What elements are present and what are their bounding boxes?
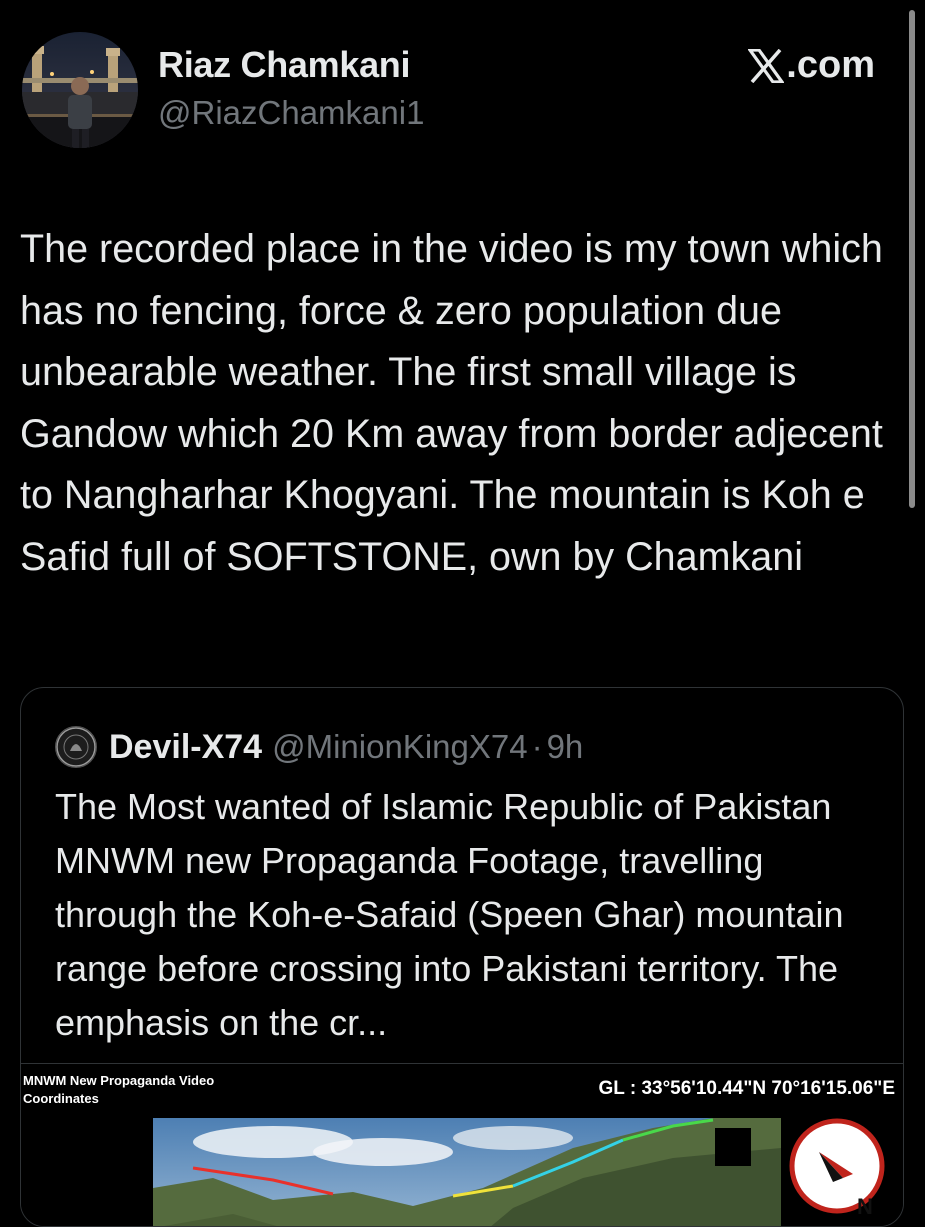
x-logo-icon: [748, 48, 785, 83]
quoted-tweet-header: Devil-X74 @MinionKingX74 · 9h: [55, 726, 583, 768]
scrollbar[interactable]: [909, 10, 915, 508]
quoted-tweet-time[interactable]: 9h: [547, 728, 584, 766]
media-coordinates: GL : 33°56'10.44"N 70°16'15.06"E: [598, 1078, 895, 1099]
profile-photo-icon: [22, 32, 138, 148]
quoted-tweet-card[interactable]: Devil-X74 @MinionKingX74 · 9h The Most w…: [20, 687, 904, 1227]
mountain-landscape-icon: [153, 1118, 781, 1226]
quoted-author-handle[interactable]: @MinionKingX74: [272, 728, 527, 766]
tweet-text: The recorded place in the video is my to…: [20, 227, 883, 579]
mountain-photo: [153, 1118, 781, 1226]
quoted-author-avatar[interactable]: [55, 726, 97, 768]
separator-dot: ·: [531, 728, 543, 765]
x-com-label: .com: [786, 44, 875, 86]
quoted-tweet-text: The Most wanted of Islamic Republic of P…: [55, 786, 844, 1043]
quoted-tweet-media[interactable]: MNWM New Propaganda Video Coordinates GL…: [21, 1063, 903, 1226]
media-caption-line1: MNWM New Propaganda Video: [23, 1073, 215, 1088]
emblem-avatar-icon: [56, 727, 96, 767]
media-caption: MNWM New Propaganda Video Coordinates: [23, 1072, 214, 1108]
media-caption-line2: Coordinates: [23, 1091, 99, 1106]
quoted-author-name[interactable]: Devil-X74: [109, 728, 262, 767]
x-com-brand: .com: [748, 44, 875, 87]
author-avatar[interactable]: [22, 32, 138, 148]
compass-north-label: N: [857, 1194, 873, 1214]
author-display-name[interactable]: Riaz Chamkani: [158, 44, 410, 86]
author-handle[interactable]: @RiazChamkani1: [158, 94, 424, 132]
